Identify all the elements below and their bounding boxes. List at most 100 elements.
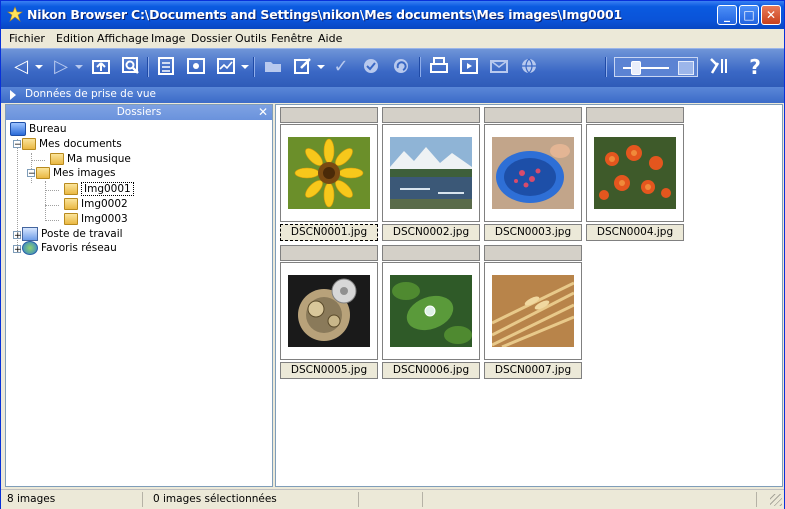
folder-icon: [64, 213, 78, 225]
help-icon[interactable]: ?: [743, 56, 767, 78]
web-icon[interactable]: [517, 56, 541, 78]
network-icon: [22, 241, 38, 255]
folder-icon: [64, 198, 78, 210]
mail-icon[interactable]: [487, 56, 511, 78]
menu-bar: Fichier Edition Affichage Image Dossier …: [1, 29, 784, 47]
tree-item-img0002[interactable]: Img0002: [64, 197, 128, 211]
shooting-data-bar[interactable]: Données de prise de vue: [1, 87, 784, 103]
resize-grip-icon[interactable]: [770, 494, 782, 506]
thumbnail-item[interactable]: DSCN0001.jpg: [280, 107, 378, 243]
menu-outils[interactable]: Outils: [235, 32, 267, 45]
maximize-button[interactable]: □: [739, 5, 759, 25]
tree-item-mes-documents[interactable]: Mes documents: [22, 137, 122, 151]
forward-dropdown-icon[interactable]: [75, 65, 83, 69]
tree-item-label: Img0001: [81, 182, 134, 196]
window-title: Nikon Browser C:\Documents and Settings\…: [27, 7, 623, 22]
thumbnail-filename: DSCN0004.jpg: [586, 224, 684, 241]
tree-item-poste-de-travail[interactable]: Poste de travail: [22, 227, 123, 241]
berries-bowl-image: [492, 137, 574, 209]
zoom-icon[interactable]: [119, 56, 143, 78]
preferences-icon[interactable]: [707, 56, 731, 78]
thumbnail-item[interactable]: DSCN0003.jpg: [484, 107, 582, 243]
up-folder-icon[interactable]: [89, 56, 113, 78]
thumbnail-frame: [484, 262, 582, 360]
thumbnail-item[interactable]: DSCN0004.jpg: [586, 107, 684, 243]
minimize-button[interactable]: _: [717, 5, 737, 25]
folder-open-icon: [64, 183, 78, 195]
selection-count: 0 images sélectionnées: [149, 492, 359, 507]
print-icon[interactable]: [427, 56, 451, 78]
thumbnail-header: [484, 107, 582, 123]
thumbnail-filename: DSCN0006.jpg: [382, 362, 480, 379]
title-bar[interactable]: Nikon Browser C:\Documents and Settings\…: [1, 1, 784, 29]
menu-affichage[interactable]: Affichage: [97, 32, 149, 45]
slideshow-icon[interactable]: [457, 56, 481, 78]
status-cell-empty: [427, 492, 757, 507]
edit-icon[interactable]: [291, 56, 315, 78]
tree-item-bureau[interactable]: Bureau: [10, 122, 67, 136]
mountain-lake-image: [390, 137, 472, 209]
lilies-image: [594, 137, 676, 209]
forward-icon[interactable]: ▷: [49, 56, 73, 78]
watch-movement-image: [288, 275, 370, 347]
tree-item-img0003[interactable]: Img0003: [64, 212, 128, 226]
thumbnail-filename: DSCN0007.jpg: [484, 362, 582, 379]
folders-panel: Dossiers ✕ Bureau − Mes documents Ma mus…: [5, 104, 273, 487]
tree-line: [45, 181, 46, 221]
thumbnail-item[interactable]: DSCN0005.jpg: [280, 245, 378, 381]
thumbnail-header: [382, 245, 480, 261]
tree-item-img0001[interactable]: Img0001: [64, 182, 134, 196]
collapse-icon[interactable]: −: [13, 140, 22, 150]
menu-edition[interactable]: Edition: [56, 32, 94, 45]
menu-fenetre[interactable]: Fenêtre: [271, 32, 313, 45]
menu-image[interactable]: Image: [151, 32, 185, 45]
thumbnail-item[interactable]: DSCN0006.jpg: [382, 245, 480, 381]
rotate-icon[interactable]: [389, 56, 413, 78]
tree-item-favoris-reseau[interactable]: Favoris réseau: [22, 241, 117, 255]
pictures-folder-icon: [36, 167, 50, 179]
tree-item-ma-musique[interactable]: Ma musique: [50, 152, 131, 166]
image-count: 8 images: [3, 492, 143, 507]
close-icon[interactable]: ✕: [256, 105, 270, 119]
thumbnail-item[interactable]: DSCN0002.jpg: [382, 107, 480, 243]
expand-icon[interactable]: +: [13, 231, 22, 241]
open-folder-icon[interactable]: [261, 56, 285, 78]
thumbnail-filename: DSCN0001.jpg: [280, 224, 378, 241]
slider-track: [623, 67, 669, 69]
tree-item-label: Mes images: [53, 167, 116, 179]
toolbar-separator: [253, 57, 255, 77]
wheat-image: [492, 275, 574, 347]
status-bar: 8 images 0 images sélectionnées: [1, 489, 784, 509]
check-icon[interactable]: ✓: [329, 56, 353, 78]
edit-dropdown-icon[interactable]: [317, 65, 325, 69]
view-mode-icon[interactable]: [184, 56, 208, 78]
menu-dossier[interactable]: Dossier: [191, 32, 232, 45]
filter-icon[interactable]: [214, 56, 238, 78]
thumbnail-item[interactable]: DSCN0007.jpg: [484, 245, 582, 381]
tree-item-label: Img0002: [81, 198, 128, 210]
back-icon[interactable]: ◁: [9, 56, 33, 78]
toolbar-separator: [419, 57, 421, 77]
collapse-icon[interactable]: −: [27, 169, 36, 179]
expand-arrow-icon[interactable]: [10, 90, 16, 100]
view-icon[interactable]: [154, 56, 178, 78]
grid-size-icon[interactable]: [678, 61, 694, 75]
back-dropdown-icon[interactable]: [35, 65, 43, 69]
thumbnail-size-slider[interactable]: [614, 57, 698, 77]
tree-item-label: Bureau: [29, 123, 67, 135]
thumbnail-frame: [280, 262, 378, 360]
menu-fichier[interactable]: Fichier: [9, 32, 45, 45]
slider-thumb[interactable]: [631, 61, 641, 75]
shooting-data-label: Données de prise de vue: [25, 88, 156, 100]
menu-aide[interactable]: Aide: [318, 32, 342, 45]
thumbnail-header: [484, 245, 582, 261]
filter-dropdown-icon[interactable]: [241, 65, 249, 69]
thumbnail-header: [586, 107, 684, 123]
close-button[interactable]: ✕: [761, 5, 781, 25]
tree-item-mes-images[interactable]: Mes images: [36, 166, 116, 180]
expand-icon[interactable]: +: [13, 245, 22, 255]
thumbnail-filename: DSCN0005.jpg: [280, 362, 378, 379]
protect-icon[interactable]: [359, 56, 383, 78]
folders-panel-header: Dossiers ✕: [6, 105, 272, 120]
thumbnail-frame: [382, 124, 480, 222]
